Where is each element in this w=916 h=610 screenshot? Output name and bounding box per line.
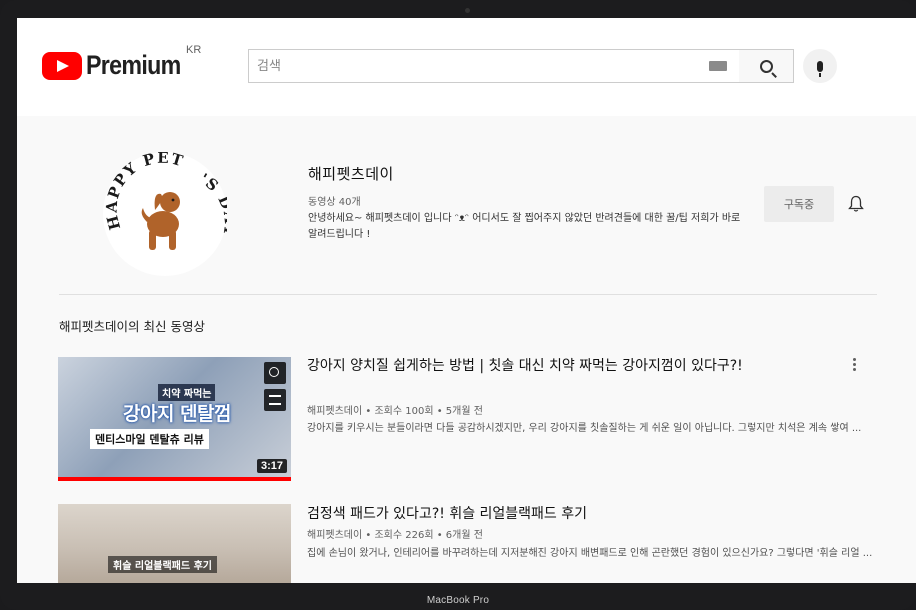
video-thumbnail[interactable]: 치약 짜먹는 강아지 덴탈껌 덴티스마일 덴탈츄 리뷰 3:17 (58, 357, 291, 481)
add-to-queue-icon[interactable] (264, 389, 286, 411)
device-label: MacBook Pro (426, 595, 490, 606)
video-meta: 해피펫츠데이 • 조회수 100회 • 5개월 전 (307, 406, 483, 417)
voice-search-button[interactable] (803, 49, 837, 83)
search-box (248, 49, 740, 83)
laptop-bezel: Premium KR HAPPY PET (0, 0, 916, 610)
video-count: 동영상 40개 (308, 197, 361, 208)
watch-later-icon[interactable] (264, 362, 286, 384)
svg-text:'S DAY: 'S DAY (197, 170, 227, 239)
region-code: KR (186, 44, 202, 56)
youtube-premium-logo[interactable]: Premium (42, 50, 196, 81)
channel-avatar[interactable]: HAPPY PET 'S DAY (103, 149, 238, 276)
youtube-play-icon (42, 51, 82, 80)
mic-icon (817, 60, 823, 77)
video-duration: 3:17 (256, 459, 287, 473)
more-vert-icon[interactable] (853, 358, 857, 374)
channel-name: 해피펫츠데이 (308, 165, 394, 183)
keyboard-icon[interactable] (709, 61, 727, 71)
search-icon (759, 59, 773, 73)
video-description: 집에 손님이 왔거나, 인테리어를 바꾸려하는데 지저분해진 강아지 배변패드로… (307, 548, 873, 559)
happy-pets-day-logo: HAPPY PET 'S DAY (103, 149, 238, 250)
bell-icon[interactable] (848, 195, 864, 213)
video-description: 강아지를 키우시는 분들이라면 다들 공감하시겠지만, 우리 강아지를 칫솔질하… (307, 423, 862, 434)
search-button[interactable] (739, 49, 794, 83)
channel-description: 안녕하세요~ 해피펫츠데이 입니다 ᵔᴥᵔ 어디서도 잘 찝어주지 않았던 반려… (308, 213, 741, 240)
thumbnail-tag: 덴티스마일 덴탈츄 리뷰 (90, 429, 209, 449)
section-title: 해피펫츠데이의 최신 동영상 (59, 319, 205, 334)
divider (59, 294, 877, 295)
brand-text: Premium (86, 50, 181, 80)
browser-screen: Premium KR HAPPY PET (17, 18, 916, 583)
video-meta: 해피펫츠데이 • 조회수 226회 • 6개월 전 (307, 530, 483, 541)
video-thumbnail[interactable]: 휘슬 리얼블랙패드 후기 (58, 504, 291, 583)
camera-dot (465, 8, 470, 13)
video-title[interactable]: 강아지 양치질 쉽게하는 방법 | 칫솔 대신 치약 짜먹는 강아지껌이 있다구… (307, 356, 833, 377)
thumbnail-caption: 휘슬 리얼블랙패드 후기 (108, 556, 217, 573)
video-title[interactable]: 검정색 패드가 있다고?! 휘슬 리얼블랙패드 후기 (307, 504, 833, 525)
subscribe-button[interactable]: 구독중 (764, 186, 834, 222)
masthead: Premium KR (17, 18, 916, 116)
search-input[interactable] (249, 50, 709, 82)
thumbnail-headline: 강아지 덴탈껌 (123, 403, 232, 425)
watch-progress-bar (58, 477, 291, 481)
